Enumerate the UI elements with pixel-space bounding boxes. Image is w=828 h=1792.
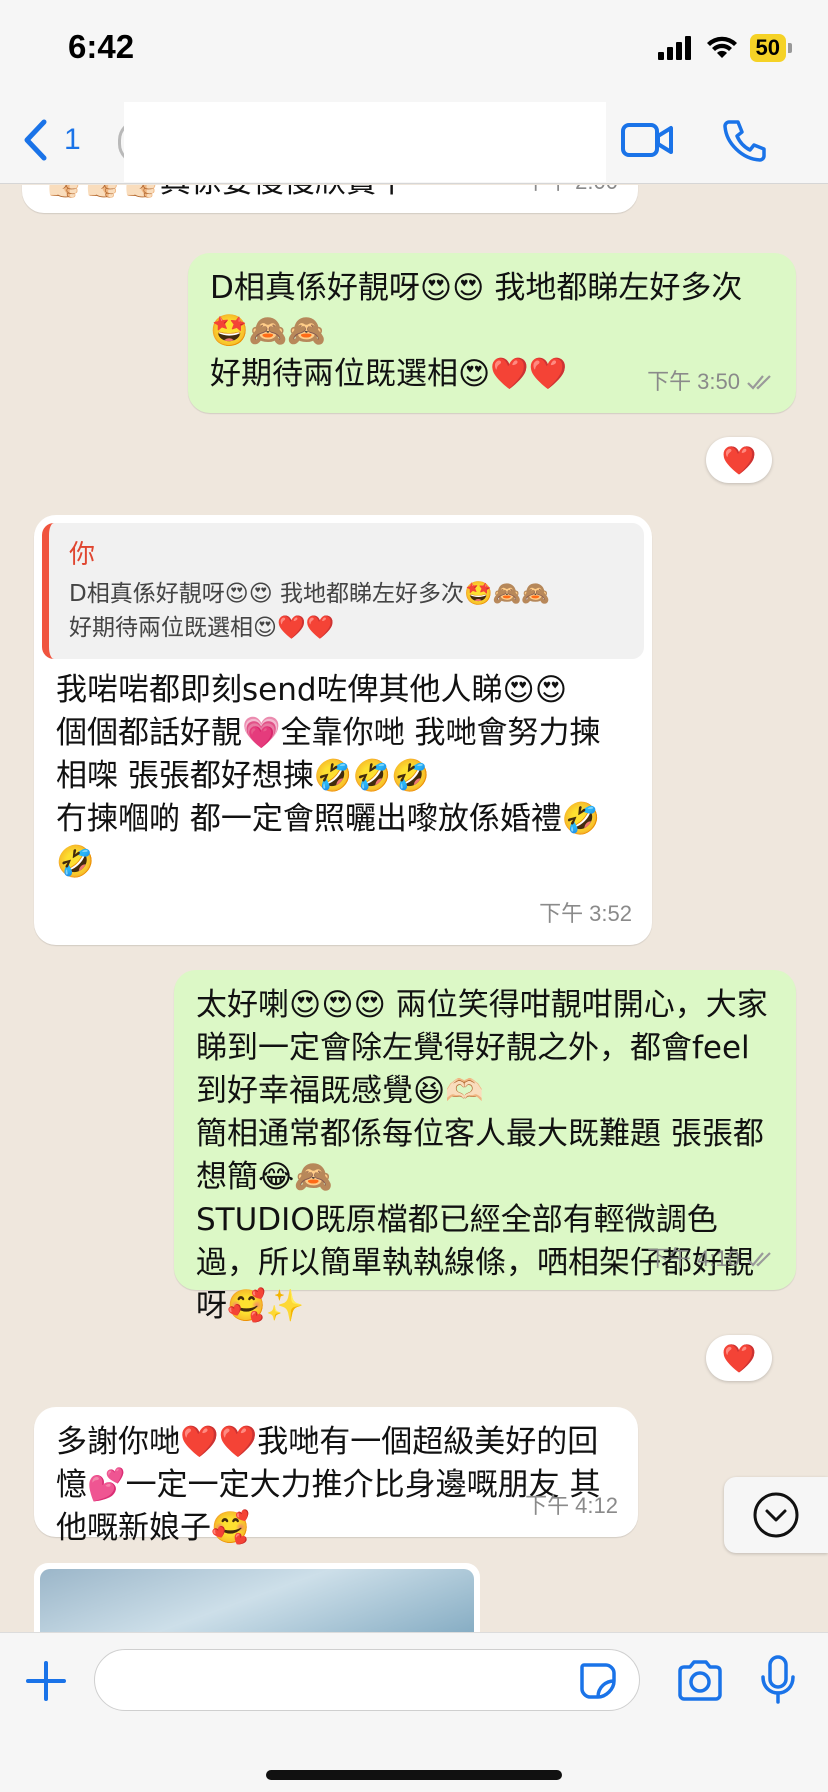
message-time: 下午 4:10: [647, 1237, 776, 1280]
sticker-icon: [580, 1663, 616, 1699]
photo-thumbnail: [40, 1569, 474, 1632]
double-check-icon: [747, 374, 771, 390]
scroll-to-bottom-button[interactable]: [724, 1477, 828, 1553]
message-composer: [0, 1632, 828, 1792]
battery-indicator: 50: [749, 34, 786, 62]
chat-header: 1: [0, 100, 828, 184]
quoted-author: 你: [69, 540, 96, 570]
wifi-icon: [706, 36, 737, 58]
status-bar: 6:42 50: [0, 0, 828, 100]
camera-icon: [678, 1660, 722, 1701]
reaction-heart[interactable]: ❤️: [706, 437, 772, 483]
contact-name-redacted[interactable]: [124, 102, 606, 182]
chat-area[interactable]: 👍🏻👍🏻👍🏻真係要慢慢欣賞下 下午 2:00 D相真係好靚呀😍😍 我地都睇左好多…: [0, 185, 828, 1632]
status-icons: 50: [657, 34, 792, 62]
message-time: 下午 3:50: [647, 360, 776, 403]
unread-count: 1: [64, 123, 81, 156]
microphone-icon: [761, 1655, 795, 1704]
quoted-message[interactable]: 你 D相真係好靚呀😍😍 我地都睇左好多次🤩🙈🙈 好期待兩位既選相😍❤️❤️: [42, 523, 644, 659]
sticker-button[interactable]: [578, 1661, 618, 1705]
status-time: 6:42: [68, 28, 135, 65]
message-incoming[interactable]: 多謝你哋❤️❤️我哋有一個超級美好的回憶💕一定一定大力推介比身邊嘅朋友 其他嘅新…: [34, 1407, 638, 1546]
camera-button[interactable]: [676, 1659, 724, 1705]
back-button[interactable]: 1: [22, 118, 81, 162]
message-incoming-reply[interactable]: 你 D相真係好靚呀😍😍 我地都睇左好多次🤩🙈🙈 好期待兩位既選相😍❤️❤️ 我啱…: [34, 515, 652, 945]
reaction-heart[interactable]: ❤️: [706, 1335, 772, 1381]
attach-button[interactable]: [24, 1659, 68, 1707]
image-message[interactable]: [34, 1563, 480, 1632]
message-input[interactable]: [94, 1649, 640, 1711]
double-check-icon: [747, 1251, 771, 1267]
voice-call-button[interactable]: [722, 118, 766, 166]
message-outgoing[interactable]: D相真係好靚呀😍😍 我地都睇左好多次🤩🙈🙈 好期待兩位既選相😍❤️❤️ 下午 3…: [188, 253, 796, 413]
message-text: 我啱啱都即刻send咗俾其他人睇😍😍 個個都話好靚💗全靠你哋 我哋會努力揀相㗎 …: [56, 672, 601, 880]
plus-icon: [26, 1661, 66, 1701]
video-camera-icon: [621, 123, 673, 157]
quoted-text: D相真係好靚呀😍😍 我地都睇左好多次🤩🙈🙈 好期待兩位既選相😍❤️❤️: [69, 581, 550, 641]
message-time: 下午 3:52: [539, 901, 632, 926]
message-time: 下午 4:12: [525, 1493, 618, 1518]
phone-icon: [723, 120, 766, 162]
battery-tip: [788, 43, 792, 53]
message-outgoing[interactable]: 太好喇😍😍😍 兩位笑得咁靚咁開心，大家睇到一定會除左覺得好靚之外，都會feel到…: [174, 970, 796, 1324]
signal-icon: [657, 36, 691, 60]
message-time: 下午 2:00: [525, 185, 618, 203]
chevron-left-icon: [24, 119, 47, 161]
home-indicator: [266, 1770, 562, 1780]
video-call-button[interactable]: [620, 120, 674, 164]
message-incoming[interactable]: 👍🏻👍🏻👍🏻真係要慢慢欣賞下 下午 2:00: [22, 185, 638, 213]
voice-message-button[interactable]: [760, 1655, 796, 1709]
chevron-down-icon: [753, 1492, 799, 1538]
